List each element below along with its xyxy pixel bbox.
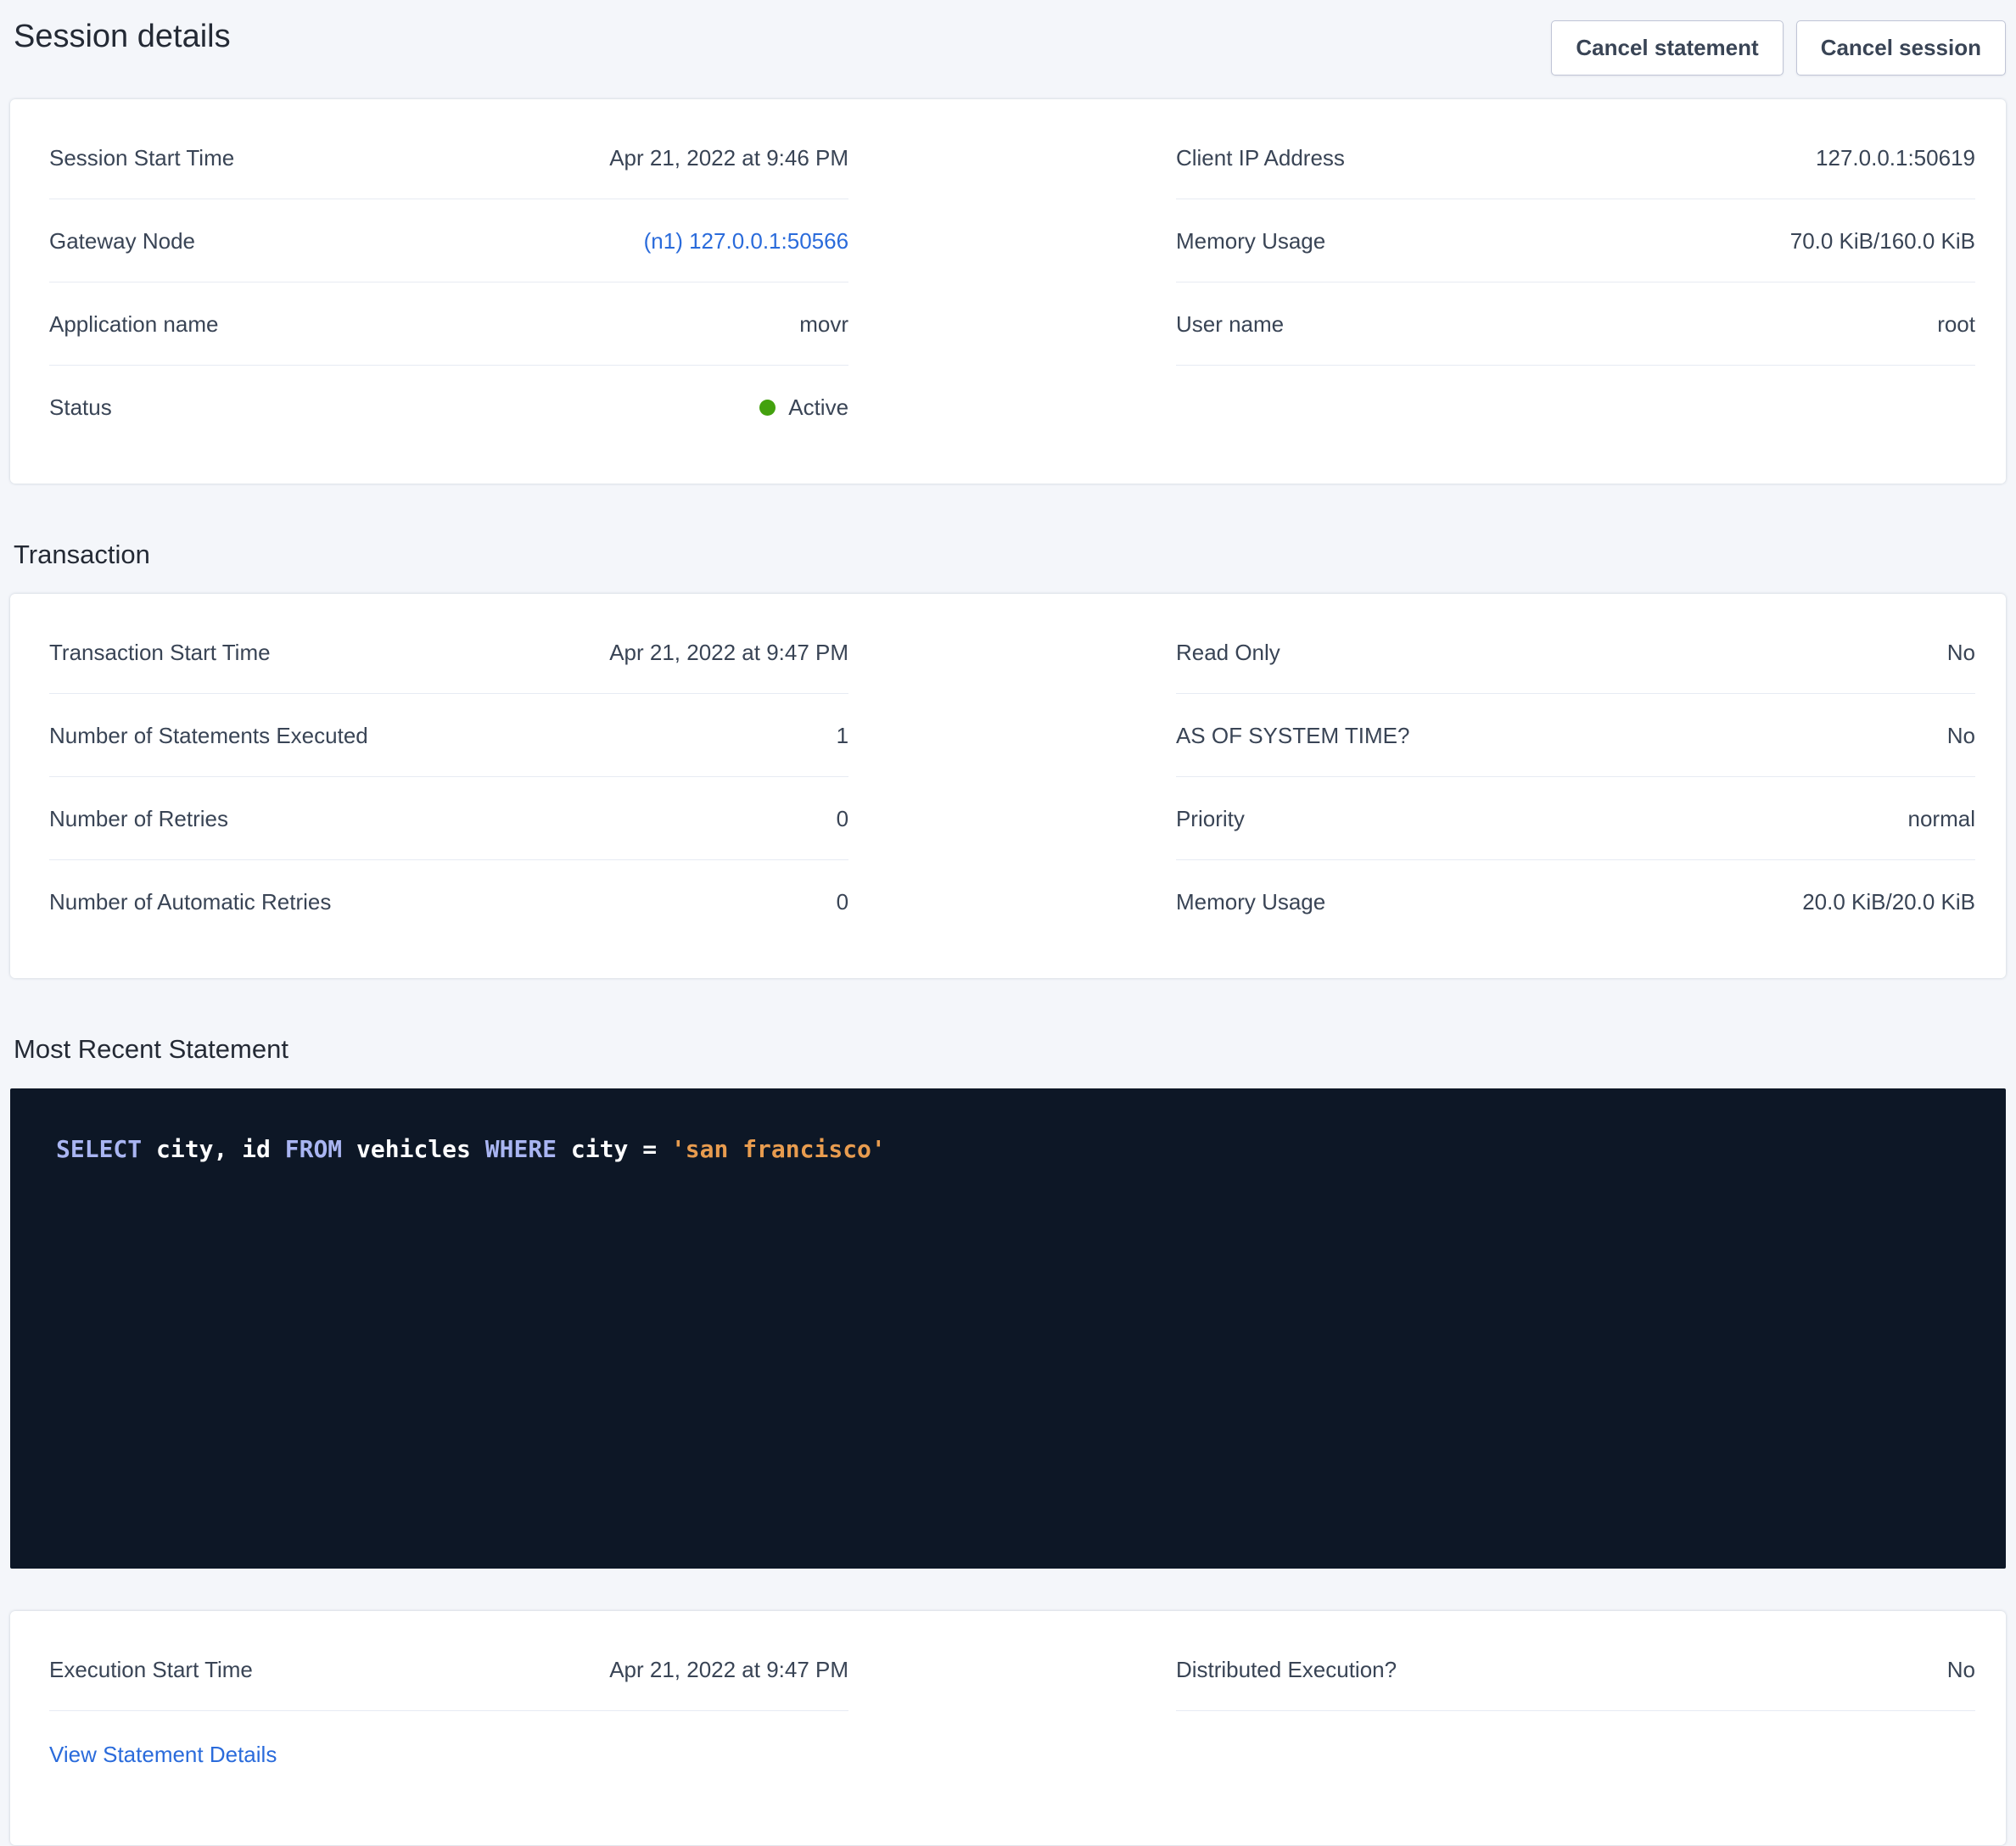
transaction-card: Transaction Start Time Apr 21, 2022 at 9…	[10, 594, 2006, 978]
priority-row: Priority normal	[1176, 777, 1975, 860]
sql-text: vehicles	[342, 1135, 485, 1163]
row-label: Client IP Address	[1176, 145, 1345, 171]
status-row: Status Active	[49, 366, 848, 448]
row-label: Status	[49, 394, 112, 421]
automatic-retries-row: Number of Automatic Retries 0	[49, 860, 848, 943]
application-name-row: Application name movr	[49, 282, 848, 366]
row-label: User name	[1176, 311, 1284, 338]
row-value: 70.0 KiB/160.0 KiB	[1790, 228, 1975, 255]
row-label: Execution Start Time	[49, 1657, 253, 1683]
row-label: Gateway Node	[49, 228, 195, 255]
status-active-dot	[759, 400, 776, 416]
row-value: root	[1937, 311, 1975, 338]
row-label: Number of Automatic Retries	[49, 889, 331, 915]
user-name-row: User name root	[1176, 282, 1975, 366]
gateway-node-row: Gateway Node (n1) 127.0.0.1:50566	[49, 199, 848, 282]
read-only-row: Read Only No	[1176, 611, 1975, 694]
row-value: 0	[837, 806, 848, 832]
row-value: No	[1947, 640, 1975, 666]
row-value: No	[1947, 1657, 1975, 1683]
cancel-session-button[interactable]: Cancel session	[1796, 20, 2006, 76]
sql-keyword: WHERE	[485, 1135, 557, 1163]
as-of-system-time-row: AS OF SYSTEM TIME? No	[1176, 694, 1975, 777]
session-details-page: Session details Cancel statement Cancel …	[0, 0, 2016, 1846]
row-label: AS OF SYSTEM TIME?	[1176, 723, 1409, 749]
sql-text: city =	[557, 1135, 671, 1163]
sql-keyword: SELECT	[56, 1135, 142, 1163]
row-value: Apr 21, 2022 at 9:47 PM	[609, 1657, 848, 1683]
status-text: Active	[788, 394, 848, 421]
session-summary-right-column: Client IP Address 127.0.0.1:50619 Memory…	[1176, 116, 1975, 448]
row-value: No	[1947, 723, 1975, 749]
transaction-left-column: Transaction Start Time Apr 21, 2022 at 9…	[49, 611, 848, 943]
session-summary-card: Session Start Time Apr 21, 2022 at 9:46 …	[10, 99, 2006, 484]
execution-left-column: Execution Start Time Apr 21, 2022 at 9:4…	[49, 1628, 848, 1768]
sql-keyword: FROM	[285, 1135, 342, 1163]
row-value: movr	[799, 311, 848, 338]
view-statement-details-link[interactable]: View Statement Details	[49, 1742, 277, 1768]
row-value: Apr 21, 2022 at 9:46 PM	[609, 145, 848, 171]
sql-string-literal: 'san francisco'	[671, 1135, 886, 1163]
gateway-node-link[interactable]: (n1) 127.0.0.1:50566	[644, 228, 848, 255]
row-label: Application name	[49, 311, 218, 338]
row-label: Read Only	[1176, 640, 1280, 666]
statements-executed-row: Number of Statements Executed 1	[49, 694, 848, 777]
row-value: normal	[1908, 806, 1975, 832]
row-value: 0	[837, 889, 848, 915]
transaction-section-title: Transaction	[14, 540, 2006, 570]
sql-statement-box: SELECT city, id FROM vehicles WHERE city…	[10, 1088, 2006, 1569]
session-start-time-row: Session Start Time Apr 21, 2022 at 9:46 …	[49, 116, 848, 199]
memory-usage-row: Memory Usage 70.0 KiB/160.0 KiB	[1176, 199, 1975, 282]
status-value: Active	[759, 394, 848, 421]
transaction-right-column: Read Only No AS OF SYSTEM TIME? No Prior…	[1176, 611, 1975, 943]
most-recent-statement-title: Most Recent Statement	[14, 1034, 2006, 1065]
execution-right-column: Distributed Execution? No	[1176, 1628, 1975, 1711]
transaction-memory-usage-row: Memory Usage 20.0 KiB/20.0 KiB	[1176, 860, 1975, 943]
row-value: 1	[837, 723, 848, 749]
sql-text: city, id	[142, 1135, 285, 1163]
header-actions: Cancel statement Cancel session	[1551, 19, 2006, 76]
row-label: Memory Usage	[1176, 889, 1325, 915]
row-value: 20.0 KiB/20.0 KiB	[1802, 889, 1975, 915]
row-label: Memory Usage	[1176, 228, 1325, 255]
view-statement-details-row: View Statement Details	[49, 1711, 848, 1768]
transaction-start-time-row: Transaction Start Time Apr 21, 2022 at 9…	[49, 611, 848, 694]
execution-card: Execution Start Time Apr 21, 2022 at 9:4…	[10, 1611, 2006, 1845]
row-label: Number of Retries	[49, 806, 228, 832]
session-summary-left-column: Session Start Time Apr 21, 2022 at 9:46 …	[49, 116, 848, 448]
row-label: Distributed Execution?	[1176, 1657, 1397, 1683]
row-value: 127.0.0.1:50619	[1816, 145, 1975, 171]
client-ip-row: Client IP Address 127.0.0.1:50619	[1176, 116, 1975, 199]
cancel-statement-button[interactable]: Cancel statement	[1551, 20, 1783, 76]
distributed-execution-row: Distributed Execution? No	[1176, 1628, 1975, 1711]
row-label: Session Start Time	[49, 145, 234, 171]
number-of-retries-row: Number of Retries 0	[49, 777, 848, 860]
row-label: Transaction Start Time	[49, 640, 271, 666]
row-value: Apr 21, 2022 at 9:47 PM	[609, 640, 848, 666]
sql-statement: SELECT city, id FROM vehicles WHERE city…	[56, 1133, 1960, 1166]
page-title: Session details	[14, 19, 231, 55]
execution-start-time-row: Execution Start Time Apr 21, 2022 at 9:4…	[49, 1628, 848, 1711]
page-header: Session details Cancel statement Cancel …	[10, 0, 2006, 99]
row-label: Priority	[1176, 806, 1245, 832]
row-label: Number of Statements Executed	[49, 723, 368, 749]
